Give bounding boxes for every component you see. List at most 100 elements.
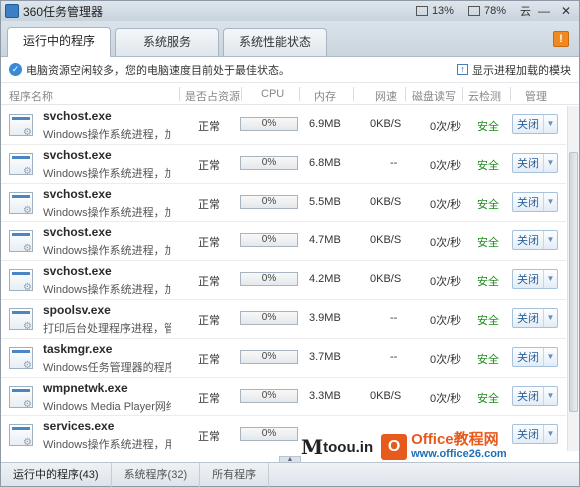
resource-status: 正常 [198, 121, 220, 133]
network-value: -- [390, 350, 398, 363]
col-program-name[interactable]: 程序名称 [9, 88, 53, 104]
chevron-down-icon[interactable]: ▼ [543, 231, 557, 250]
process-name: svchost.exe [43, 147, 112, 162]
cloud-status: 安全 [477, 198, 499, 211]
cloud-status: 安全 [477, 159, 499, 172]
table-row[interactable]: taskmgr.exe Windows任务管理器的程序... 正常 0% 3.7… [1, 339, 566, 378]
footer-tab-running[interactable]: 运行中的程序(43) [1, 462, 112, 487]
vertical-scrollbar[interactable] [567, 106, 579, 451]
watermark-m: M [301, 435, 324, 459]
table-header: 程序名称 是否占资源 CPU 内存 网速 磁盘读写 云检测 管理 [1, 83, 579, 105]
cloud-status: 安全 [477, 353, 499, 366]
close-label: 关闭 [517, 235, 539, 248]
table-row[interactable]: svchost.exe Windows操作系统进程，加... 正常 0% 6.8… [1, 145, 566, 184]
chevron-down-icon[interactable]: ▼ [543, 153, 557, 172]
process-name: spoolsv.exe [43, 302, 111, 317]
process-name: svchost.exe [43, 225, 112, 240]
scrollbar-thumb[interactable] [569, 152, 578, 412]
process-description: Windows操作系统进程，加... [43, 245, 171, 258]
col-manage[interactable]: 管理 [525, 88, 547, 104]
col-memory[interactable]: 内存 [314, 88, 336, 104]
table-row[interactable]: svchost.exe Windows操作系统进程，加... 正常 0% 5.5… [1, 184, 566, 223]
memory-icon [467, 6, 480, 16]
disk-value: 0次/秒 [430, 237, 462, 250]
resource-status: 正常 [198, 237, 220, 250]
warning-icon[interactable]: ! [553, 31, 569, 47]
process-description: Windows操作系统进程，加... [43, 206, 171, 219]
program-icon [9, 114, 33, 138]
close-process-button[interactable]: 关闭 ▼ [512, 114, 558, 134]
chevron-down-icon[interactable]: ▼ [543, 347, 557, 366]
footer-tab-system[interactable]: 系统程序(32) [112, 462, 201, 487]
chevron-down-icon[interactable]: ▼ [543, 308, 557, 327]
watermark: M toou.in O Office教程网 www.office26.com [301, 429, 579, 465]
tab-system-services[interactable]: 系统服务 [115, 28, 219, 56]
disk-value: 0次/秒 [430, 198, 462, 211]
close-process-button[interactable]: 关闭 ▼ [512, 152, 558, 173]
table-row[interactable]: spoolsv.exe 打印后台处理程序进程，管... 正常 0% 3.9MB … [1, 300, 566, 339]
task-manager-window: 360任务管理器 13% 78% 云 — ✕ 运行中的程序 系统服务 系统性能状… [0, 0, 580, 487]
col-resource[interactable]: 是否占资源 [185, 88, 240, 104]
table-row[interactable]: svchost.exe Windows操作系统进程，加... 正常 0% 4.7… [1, 222, 566, 262]
close-label: 关闭 [517, 312, 539, 325]
cpu-bar: 0% [240, 272, 298, 287]
close-process-button[interactable]: 关闭 ▼ [512, 307, 558, 328]
close-window-button[interactable]: ✕ [557, 3, 575, 19]
program-icon [9, 230, 33, 254]
col-cpu[interactable]: CPU [261, 88, 284, 100]
memory-value: 3.3MB [309, 389, 341, 402]
table-row[interactable]: svchost.exe Windows操作系统进程，加... 正常 0% 6.9… [1, 106, 566, 145]
close-process-button[interactable]: 关闭 ▼ [512, 385, 558, 406]
show-loaded-modules-button[interactable]: ↑ 显示进程加载的模块 [457, 62, 571, 78]
col-disk[interactable]: 磁盘读写 [412, 88, 456, 104]
resource-status: 正常 [198, 392, 220, 405]
cpu-bar: 0% [240, 117, 298, 131]
process-name: svchost.exe [43, 109, 112, 123]
cpu-bar: 0% [240, 233, 298, 248]
watermark-url: www.office26.com [411, 448, 507, 460]
process-name: wmpnetwk.exe [43, 380, 128, 395]
chevron-down-icon[interactable]: ▼ [543, 386, 557, 405]
show-loaded-modules-label: 显示进程加载的模块 [472, 64, 571, 77]
col-network[interactable]: 网速 [375, 88, 397, 104]
close-label: 关闭 [517, 274, 539, 287]
window-title: 360任务管理器 [23, 4, 104, 19]
program-icon [9, 191, 33, 216]
program-icon [9, 385, 33, 410]
chevron-down-icon[interactable]: ▼ [543, 115, 557, 133]
tab-bar: 运行中的程序 系统服务 系统性能状态 ! [1, 21, 579, 57]
close-label: 关闭 [517, 157, 539, 170]
table-row[interactable]: svchost.exe Windows操作系统进程，加... 正常 0% 4.2… [1, 261, 566, 300]
minimize-button[interactable]: — [535, 3, 553, 19]
cpu-bar: 0% [240, 388, 298, 403]
tab-running-programs[interactable]: 运行中的程序 [7, 27, 111, 57]
network-value: 0KB/S [370, 118, 402, 130]
close-process-button[interactable]: 关闭 ▼ [512, 191, 558, 212]
close-process-button[interactable]: 关闭 ▼ [512, 230, 558, 251]
process-description: 打印后台处理程序进程，管... [43, 322, 171, 335]
memory-value: 4.7MB [309, 234, 341, 247]
network-value: 0KB/S [370, 234, 402, 247]
resource-status: 正常 [198, 159, 220, 172]
col-cloud[interactable]: 云检测 [468, 88, 501, 104]
process-description: Windows Media Player网络... [43, 400, 171, 413]
chevron-down-icon[interactable]: ▼ [543, 270, 557, 289]
table-row[interactable]: wmpnetwk.exe Windows Media Player网络... 正… [1, 378, 566, 417]
chevron-down-icon[interactable]: ▼ [543, 192, 557, 211]
cloud-status: 安全 [477, 237, 499, 250]
close-label: 关闭 [517, 390, 539, 403]
disk-value: 0次/秒 [430, 276, 462, 289]
cpu-bar: 0% [240, 194, 298, 209]
cpu-bar: 0% [240, 349, 298, 364]
status-line: ✓ 电脑资源空闲较多，您的电脑速度目前处于最佳状态。 ↑ 显示进程加载的模块 [1, 57, 579, 83]
weather-label: 云 [520, 6, 531, 18]
cpu-bar: 0% [240, 310, 298, 325]
tab-system-performance[interactable]: 系统性能状态 [223, 28, 327, 56]
footer-tabs: 运行中的程序(43) 系统程序(32) 所有程序 [1, 462, 579, 487]
footer-tab-all[interactable]: 所有程序 [200, 462, 270, 487]
close-process-button[interactable]: 关闭 ▼ [512, 269, 558, 290]
program-icon [9, 152, 33, 177]
close-process-button[interactable]: 关闭 ▼ [512, 346, 558, 367]
memory-value: 5.5MB [309, 195, 341, 208]
cpu-bar: 0% [240, 427, 298, 442]
